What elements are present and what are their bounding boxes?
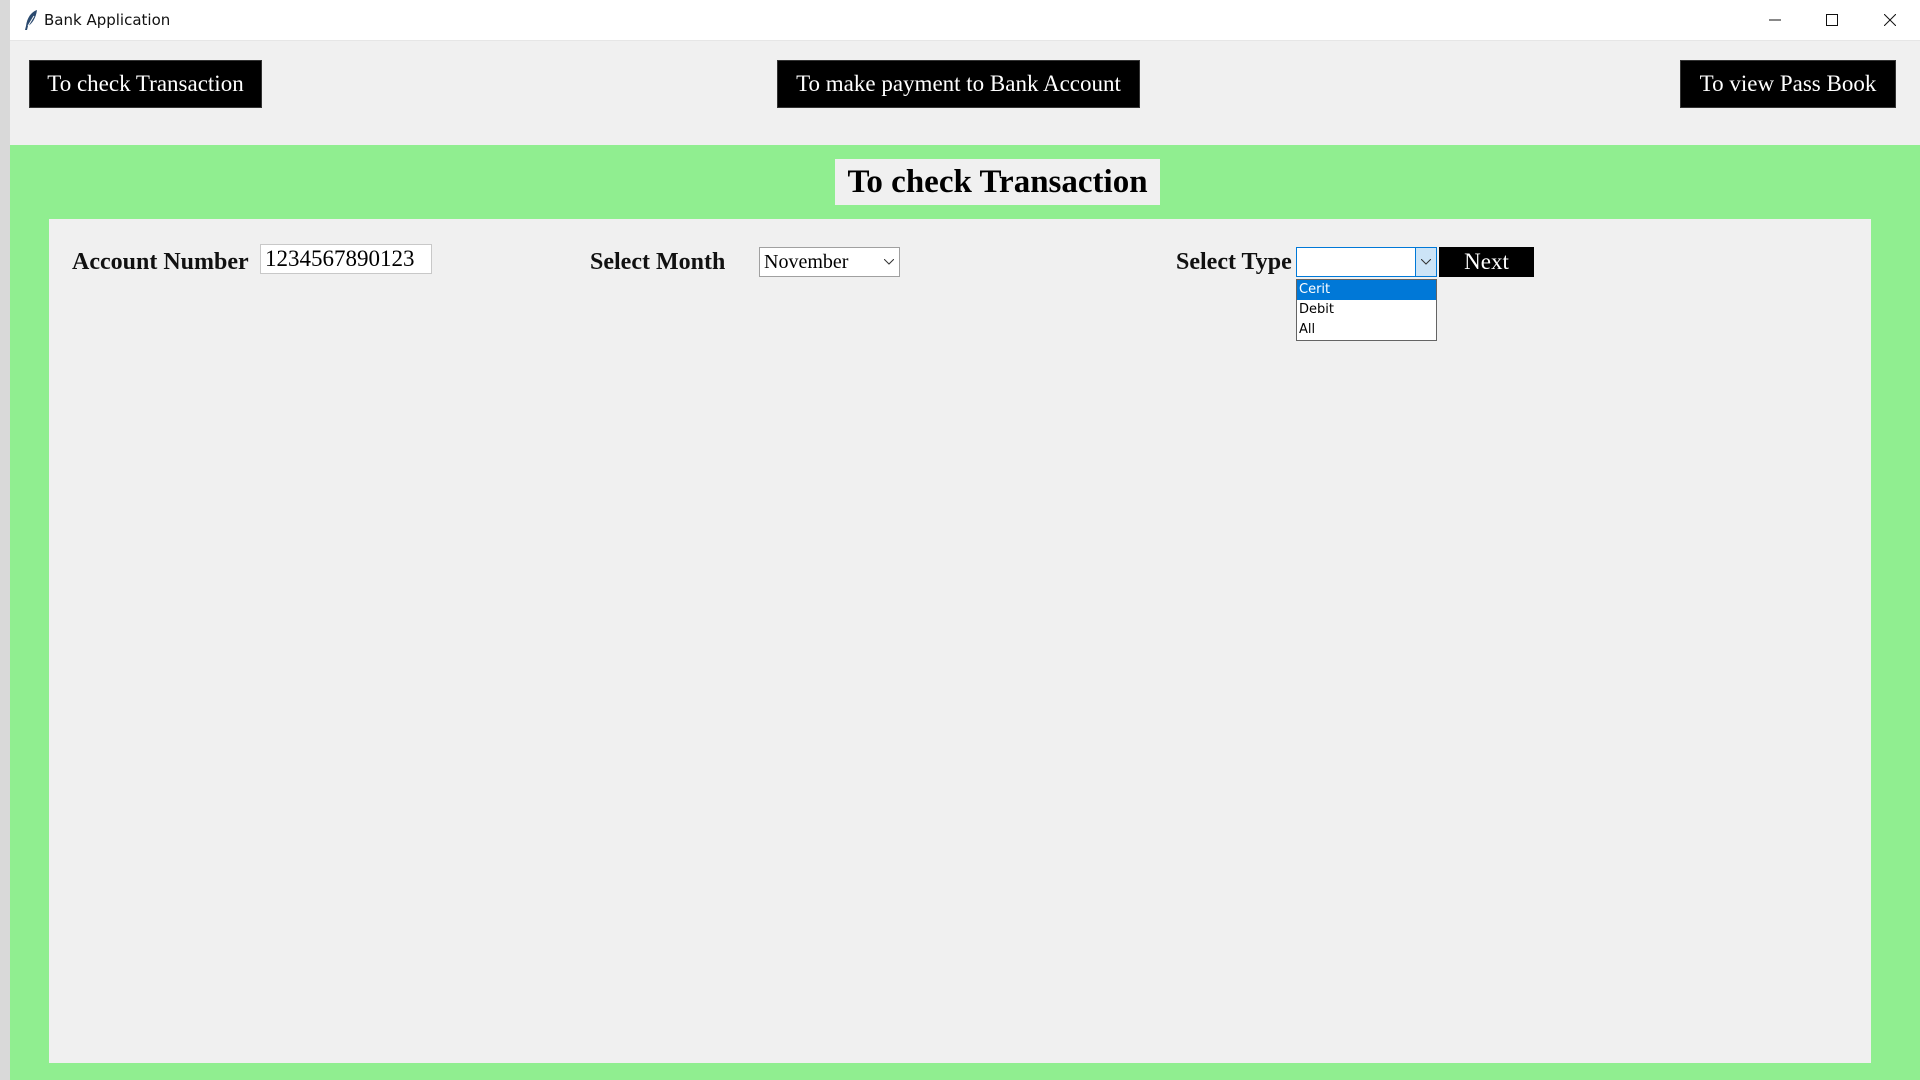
close-button[interactable]	[1861, 0, 1919, 40]
maximize-button[interactable]	[1803, 0, 1861, 40]
type-option[interactable]: Cerit	[1297, 280, 1436, 300]
account-number-label: Account Number	[72, 249, 249, 275]
make-payment-button[interactable]: To make payment to Bank Account	[777, 60, 1140, 108]
feather-icon	[22, 9, 42, 31]
month-select[interactable]: November	[759, 247, 900, 277]
next-button[interactable]: Next	[1439, 247, 1534, 277]
type-select[interactable]	[1296, 247, 1437, 277]
chevron-down-icon[interactable]	[879, 248, 899, 276]
type-option[interactable]: All	[1297, 320, 1436, 340]
maximize-icon	[1826, 14, 1838, 26]
minimize-icon	[1769, 14, 1781, 26]
background-strip	[0, 0, 10, 1080]
close-icon	[1884, 14, 1896, 26]
title-bar: Bank Application	[10, 0, 1920, 41]
type-option[interactable]: Debit	[1297, 300, 1436, 320]
transaction-panel: Account Number 1234567890123 Select Mont…	[49, 219, 1871, 1063]
view-passbook-button[interactable]: To view Pass Book	[1680, 60, 1896, 108]
minimize-button[interactable]	[1746, 0, 1804, 40]
chevron-down-icon[interactable]	[1415, 248, 1436, 276]
account-number-input[interactable]: 1234567890123	[260, 244, 432, 274]
select-month-label: Select Month	[590, 249, 726, 275]
check-transaction-button[interactable]: To check Transaction	[29, 60, 262, 108]
app-window: Bank Application To check Transaction To…	[10, 0, 1920, 1080]
window-title: Bank Application	[44, 11, 171, 29]
type-dropdown-list: Cerit Debit All	[1296, 279, 1437, 341]
section-heading: To check Transaction	[835, 159, 1160, 205]
month-select-value: November	[764, 251, 849, 273]
select-type-label: Select Type	[1176, 249, 1292, 275]
transaction-section: To check Transaction Account Number 1234…	[10, 145, 1920, 1080]
